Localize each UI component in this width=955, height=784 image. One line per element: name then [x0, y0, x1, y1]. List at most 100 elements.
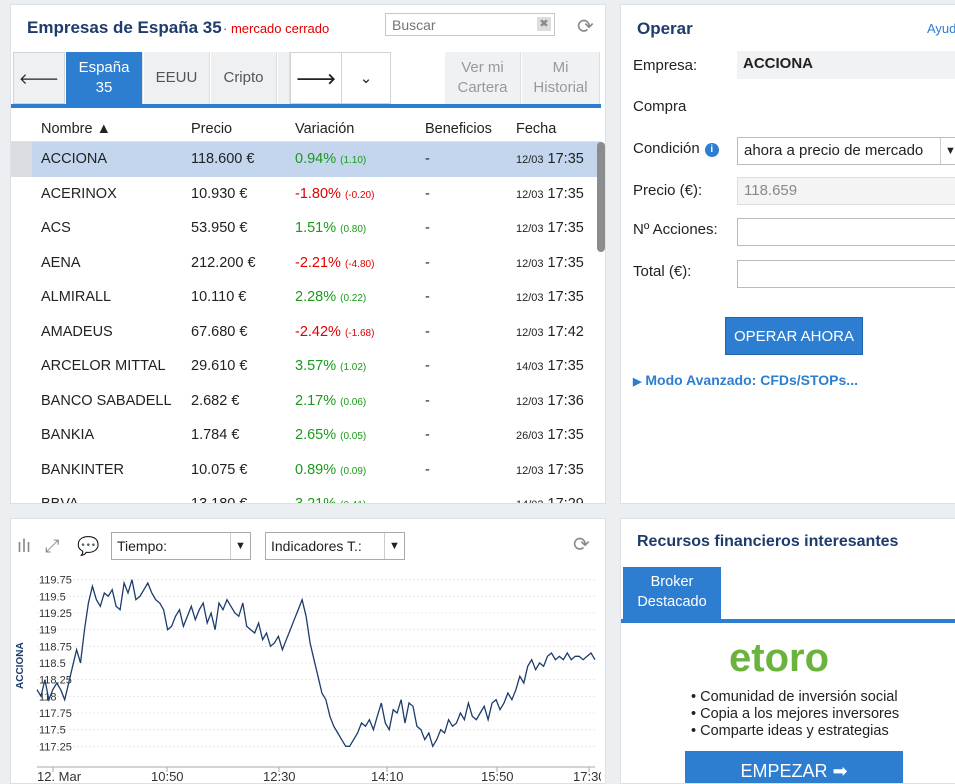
stock-variation: 2.28% (0.22): [295, 289, 366, 305]
stock-name: ACS: [41, 220, 71, 236]
stock-price: 13.180 €: [191, 496, 248, 504]
stock-benefit: -: [425, 220, 430, 236]
chart-refresh-icon[interactable]: ⟳: [573, 535, 590, 555]
stock-table-body: ACCIONA 118.600 €0.94% (1.10) -12/03 17:35 AC…: [11, 142, 601, 504]
y-tick-label: 119.5: [39, 591, 66, 603]
stock-variation: 0.94% (1.10): [295, 151, 366, 167]
table-row[interactable]: ACS 53.950 € 1.51% (0.80) - 12/03 17:35: [11, 211, 601, 246]
date-day: 12/03: [516, 395, 544, 408]
feature-item: Copia a los mejores inversores: [691, 706, 899, 723]
candlestick-icon[interactable]: ılı: [17, 537, 31, 555]
col-nombre[interactable]: Nombre ▲: [41, 121, 111, 137]
x-tick-label: 14:10: [371, 769, 404, 784]
comments-icon[interactable]: 💬: [77, 537, 99, 555]
time-select[interactable]: Tiempo: ▼: [111, 532, 251, 560]
forward-arrow-button[interactable]: 🡒: [290, 52, 342, 104]
variation-percent: 1.51%: [295, 220, 337, 236]
col-variacion[interactable]: Variación: [295, 121, 354, 137]
search-input[interactable]: [386, 14, 526, 35]
search-box[interactable]: ✖: [385, 13, 555, 36]
table-row[interactable]: BANCO SABADELL 2.682 € 2.17% (0.06) - 12/03 17…: [11, 384, 601, 419]
date-day: 26/03: [516, 430, 544, 442]
variation-percent: 0.89%: [295, 461, 337, 478]
variation-absolute: (-1.68): [344, 327, 375, 339]
stock-price: 67.680 €: [191, 323, 248, 340]
refresh-icon[interactable]: ⟳: [577, 17, 594, 37]
stock-name: AMADEUS: [41, 323, 113, 340]
tab-cripto[interactable]: Cripto: [211, 52, 277, 104]
total-input[interactable]: [737, 260, 955, 288]
stock-date: 26/03 17:35: [516, 427, 584, 443]
date-day: 12/03: [516, 326, 544, 339]
stock-variation: -2.21% (-4.80): [295, 255, 374, 271]
table-row[interactable]: ALMIRALL 10.110 € 2.28% (0.22) - 12/03 17:35: [11, 280, 601, 315]
tab-mi-historial[interactable]: Mi Historial: [522, 52, 600, 104]
stock-date: 12/03 17:35: [516, 289, 584, 305]
tab-ver-mi-cartera[interactable]: Ver mi Cartera: [445, 52, 521, 104]
fullscreen-icon[interactable]: ⤢: [45, 537, 59, 555]
stock-list-panel: Empresas de España 35 · mercado cerrado …: [10, 4, 606, 504]
help-link[interactable]: Ayuda: [927, 21, 955, 36]
operar-ahora-button[interactable]: OPERAR AHORA: [725, 317, 863, 355]
col-fecha[interactable]: Fecha: [516, 121, 556, 137]
table-row[interactable]: BANKINTER 10.075 € 0.89% (0.09) - 12/03 17:35: [11, 453, 601, 488]
table-row[interactable]: AMADEUS 67.680 € -2.42% (-1.68) - 12/03 17:42: [11, 315, 601, 350]
list-scrollbar[interactable]: [597, 142, 605, 252]
y-tick-label: 119: [39, 625, 57, 637]
acciones-input[interactable]: [737, 218, 955, 246]
stock-date: 12/03 17:35: [516, 255, 584, 271]
variation-percent: 2.17%: [295, 392, 337, 409]
expand-tabs-button[interactable]: ⌄: [341, 52, 391, 104]
clear-search-icon[interactable]: ✖: [537, 17, 551, 31]
date-time: 17:35: [547, 427, 584, 443]
stock-price: 2.682 €: [191, 392, 240, 409]
stock-date: 12/03 17:42: [516, 324, 584, 340]
indicators-select[interactable]: Indicadores T.: ▼: [265, 532, 405, 560]
empezar-button[interactable]: EMPEZAR ➡: [685, 751, 903, 783]
advanced-mode-link[interactable]: ▶ Modo Avanzado: CFDs/STOPs...: [633, 372, 858, 388]
tab-espana-35[interactable]: España 35: [66, 52, 143, 104]
back-arrow-button[interactable]: 🡐: [13, 52, 65, 104]
variation-absolute: (1.02): [340, 362, 367, 373]
table-row[interactable]: BANKIA 1.784 € 2.65% (0.05) - 26/03 17:35: [11, 418, 601, 453]
arrow-right-icon: 🡒: [295, 70, 337, 88]
play-arrow-icon: ▶: [633, 376, 642, 388]
stock-price: 10.930 €: [191, 185, 248, 202]
stock-date: 14/03 17:35: [516, 358, 584, 374]
date-day: 12/03: [516, 223, 544, 235]
resources-title: Recursos financieros interesantes: [637, 533, 899, 550]
variation-percent: -2.42%: [295, 323, 341, 340]
table-row[interactable]: ACCIONA 118.600 € 0.94% (1.10) - 12/03 17:35: [11, 142, 601, 177]
x-tick-label: 17:30: [573, 769, 601, 784]
date-time: 17:35: [547, 185, 584, 202]
info-icon[interactable]: i: [704, 143, 719, 157]
acciones-label: Nº Acciones:: [633, 221, 718, 238]
stock-variation: 2.17% (0.06): [295, 393, 366, 409]
arrow-left-icon: 🡐: [18, 70, 60, 88]
price-line: [36, 579, 596, 748]
date-day: 14/03: [516, 361, 544, 373]
stock-benefit: -: [425, 496, 430, 504]
table-header: Nombre ▲ Precio Variación Beneficios Fec…: [11, 114, 601, 142]
tab-eeuu[interactable]: EEUU: [144, 52, 210, 104]
tab-broker-destacado[interactable]: Broker Destacado: [623, 567, 721, 619]
market-tabs: 🡐 España 35 EEUU Cripto 🡒 ⌄ Ver mi Carte…: [11, 52, 601, 108]
table-row[interactable]: ACERINOX 10.930 € -1.80% (-0.20) - 12/03 17:35: [11, 177, 601, 212]
table-row[interactable]: BBVA 13.180 € 3.21%(0.41) - 14/0317:29: [11, 487, 601, 504]
etoro-logo[interactable]: etoro: [725, 637, 861, 681]
date-time: 17:35: [547, 461, 584, 478]
condicion-select[interactable]: ahora a precio de mercado ▼: [737, 137, 955, 165]
tab-more[interactable]: [278, 52, 290, 104]
date-time: 17:35: [547, 151, 584, 167]
col-precio[interactable]: Precio: [191, 121, 232, 137]
stock-name: BANKIA: [41, 427, 95, 443]
feature-list: Comunidad de inversión social Copia a lo…: [691, 689, 899, 740]
operar-panel: Operar Ayuda Empresa: ACCIONA Compra Con…: [620, 4, 955, 504]
table-row[interactable]: ARCELOR MITTAL 29.610 € 3.57% (1.02) - 14/03 1…: [11, 349, 601, 384]
stock-name: ARCELOR MITTAL: [41, 358, 166, 374]
stock-variation: 3.21%(0.41): [295, 496, 366, 503]
variation-percent: 2.65%: [295, 427, 337, 443]
date-day: 12/03: [516, 257, 544, 270]
table-row[interactable]: AENA 212.200 € -2.21% (-4.80) - 12/03 17:35: [11, 246, 601, 281]
col-beneficios[interactable]: Beneficios: [425, 121, 492, 137]
